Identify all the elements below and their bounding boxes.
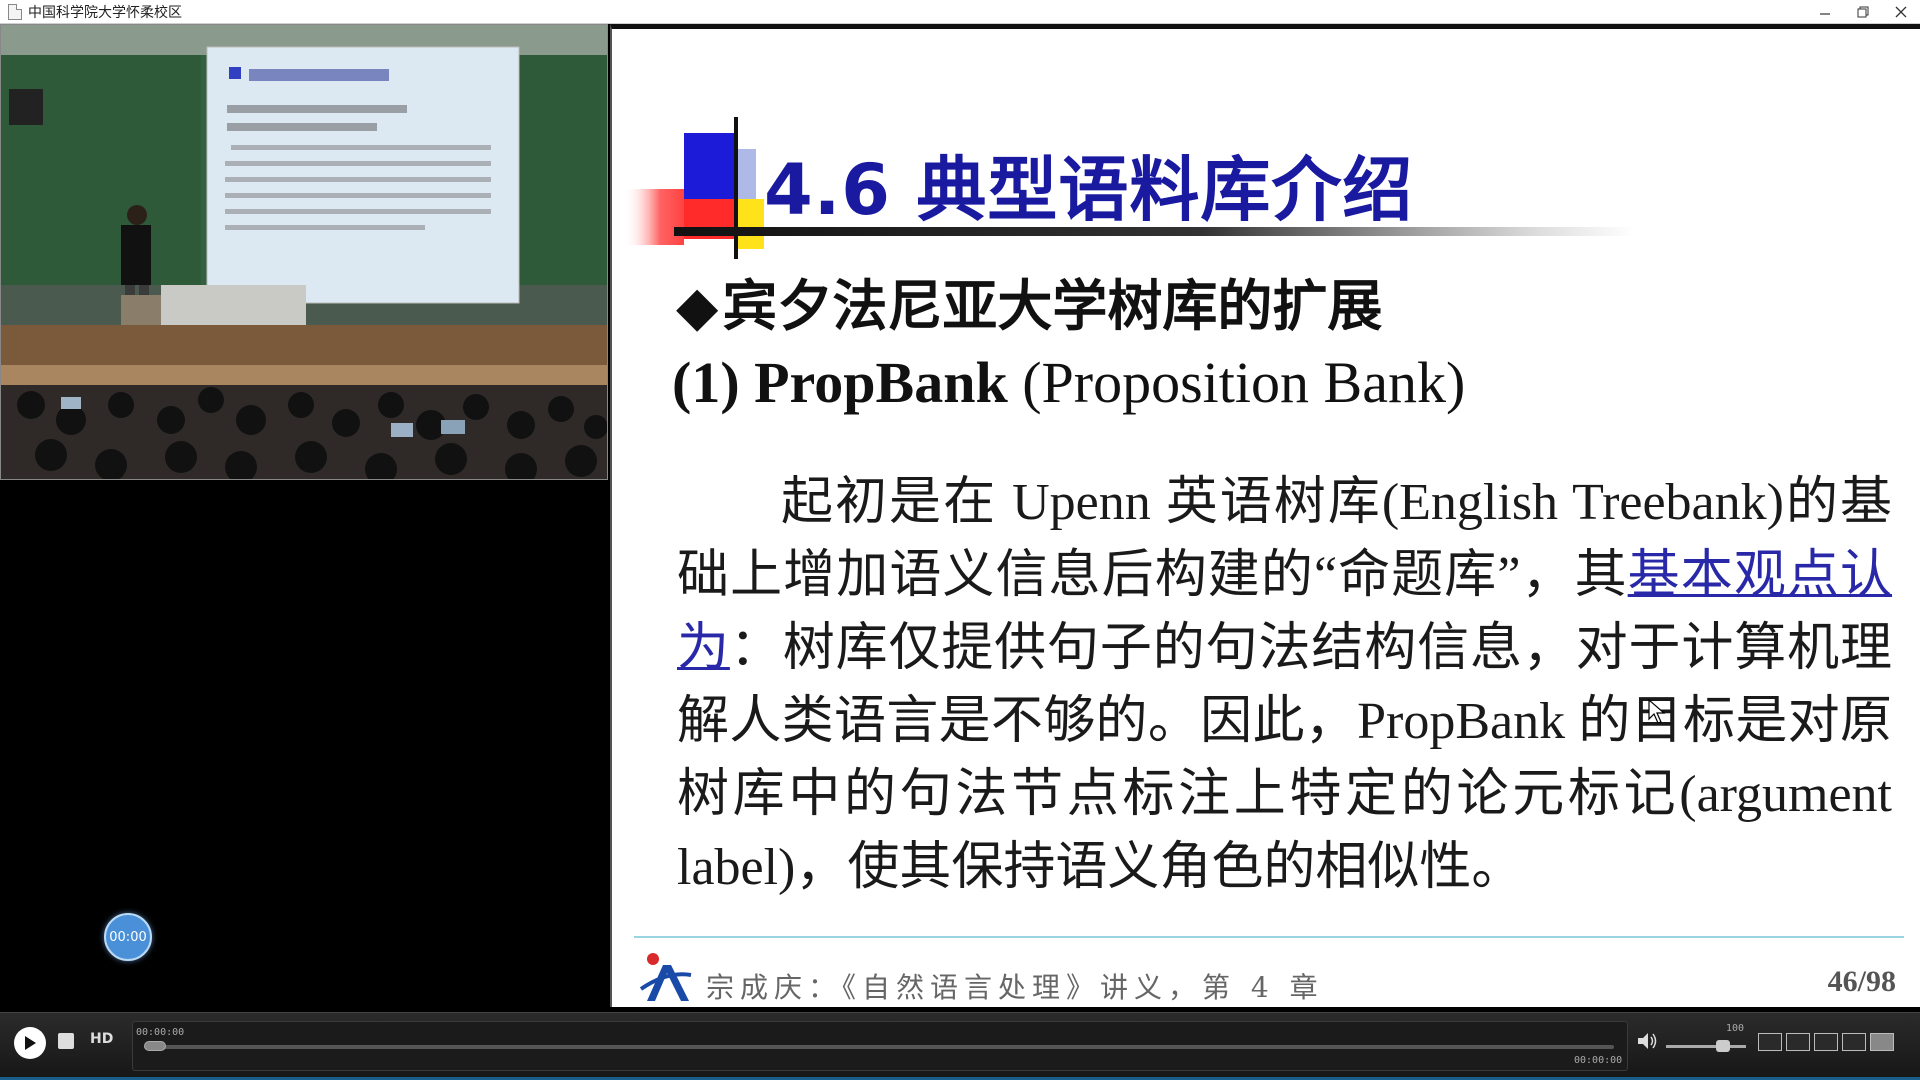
mouse-cursor-icon xyxy=(1648,699,1666,724)
window-controls xyxy=(1806,0,1920,24)
video-panel: 00:00 xyxy=(0,24,610,1012)
minimize-button[interactable] xyxy=(1806,0,1844,24)
volume-max-label: 100 xyxy=(1726,1023,1745,1034)
layout-pip-alt-button[interactable] xyxy=(1786,1033,1810,1051)
title-underline xyxy=(674,227,1634,236)
minimize-icon xyxy=(1820,13,1830,15)
bullet-heading-text: 宾夕法尼亚大学树库的扩展 xyxy=(722,274,1383,338)
seek-handle[interactable] xyxy=(144,1041,166,1051)
subheading: (1) PropBank (Proposition Bank) xyxy=(672,349,1465,416)
slide-title: 4.6 典型语料库介绍 xyxy=(764,149,1414,231)
layout-pip-button[interactable] xyxy=(1758,1033,1782,1051)
stop-button[interactable] xyxy=(58,1033,74,1049)
player-control-bar: HD 00:00:00 00:00:00 100 xyxy=(0,1012,1920,1080)
fullscreen-button[interactable] xyxy=(1870,1033,1894,1051)
body-text-part2: ：树库仅提供句子的句法结构信息，对于计算机理解人类语言是不够的。因此，PropB… xyxy=(677,620,1892,896)
volume-handle[interactable] xyxy=(1715,1040,1730,1052)
presentation-slide: 4.6 典型语料库介绍 ◆宾夕法尼亚大学树库的扩展 (1) PropBank (… xyxy=(610,24,1920,1007)
lecture-camera-view xyxy=(0,24,608,480)
volume-button[interactable] xyxy=(1636,1031,1658,1055)
layout-split-button[interactable] xyxy=(1814,1033,1838,1051)
layout-single-button[interactable] xyxy=(1842,1033,1866,1051)
speaker-icon xyxy=(1638,1033,1657,1049)
bullet-heading: ◆宾夕法尼亚大学树库的扩展 xyxy=(676,261,1382,341)
volume-slider[interactable] xyxy=(1666,1045,1746,1048)
close-button[interactable] xyxy=(1882,0,1920,24)
footer-divider xyxy=(634,936,1904,938)
subheading-rest: (Proposition Bank) xyxy=(1007,350,1466,415)
play-icon xyxy=(25,1036,36,1050)
slide-page-number: 46/98 xyxy=(1827,965,1896,998)
restore-button[interactable] xyxy=(1844,0,1882,24)
time-elapsed: 00:00:00 xyxy=(136,1027,185,1038)
window-title: 中国科学院大学怀柔校区 xyxy=(28,4,182,21)
document-icon xyxy=(8,3,22,20)
slide-body-paragraph: 起初是在 Upenn 英语树库(English Treebank)的基础上增加语… xyxy=(677,466,1892,904)
diamond-bullet-icon: ◆ xyxy=(676,274,719,338)
play-button[interactable] xyxy=(14,1027,46,1059)
close-icon xyxy=(1895,6,1907,18)
footer-citation: 宗成庆：《自然语言处理》讲义，第 4 章 xyxy=(706,971,1324,1004)
subheading-bold: (1) PropBank xyxy=(672,350,1008,415)
hd-button[interactable]: HD xyxy=(90,1031,113,1047)
timer-bubble[interactable]: 00:00 xyxy=(104,913,152,961)
seek-bar[interactable] xyxy=(144,1045,1614,1049)
restore-icon xyxy=(1857,6,1869,18)
time-total: 00:00:00 xyxy=(1574,1055,1623,1066)
cas-logo-icon xyxy=(639,953,692,1001)
title-bar: 中国科学院大学怀柔校区 xyxy=(0,0,1920,24)
